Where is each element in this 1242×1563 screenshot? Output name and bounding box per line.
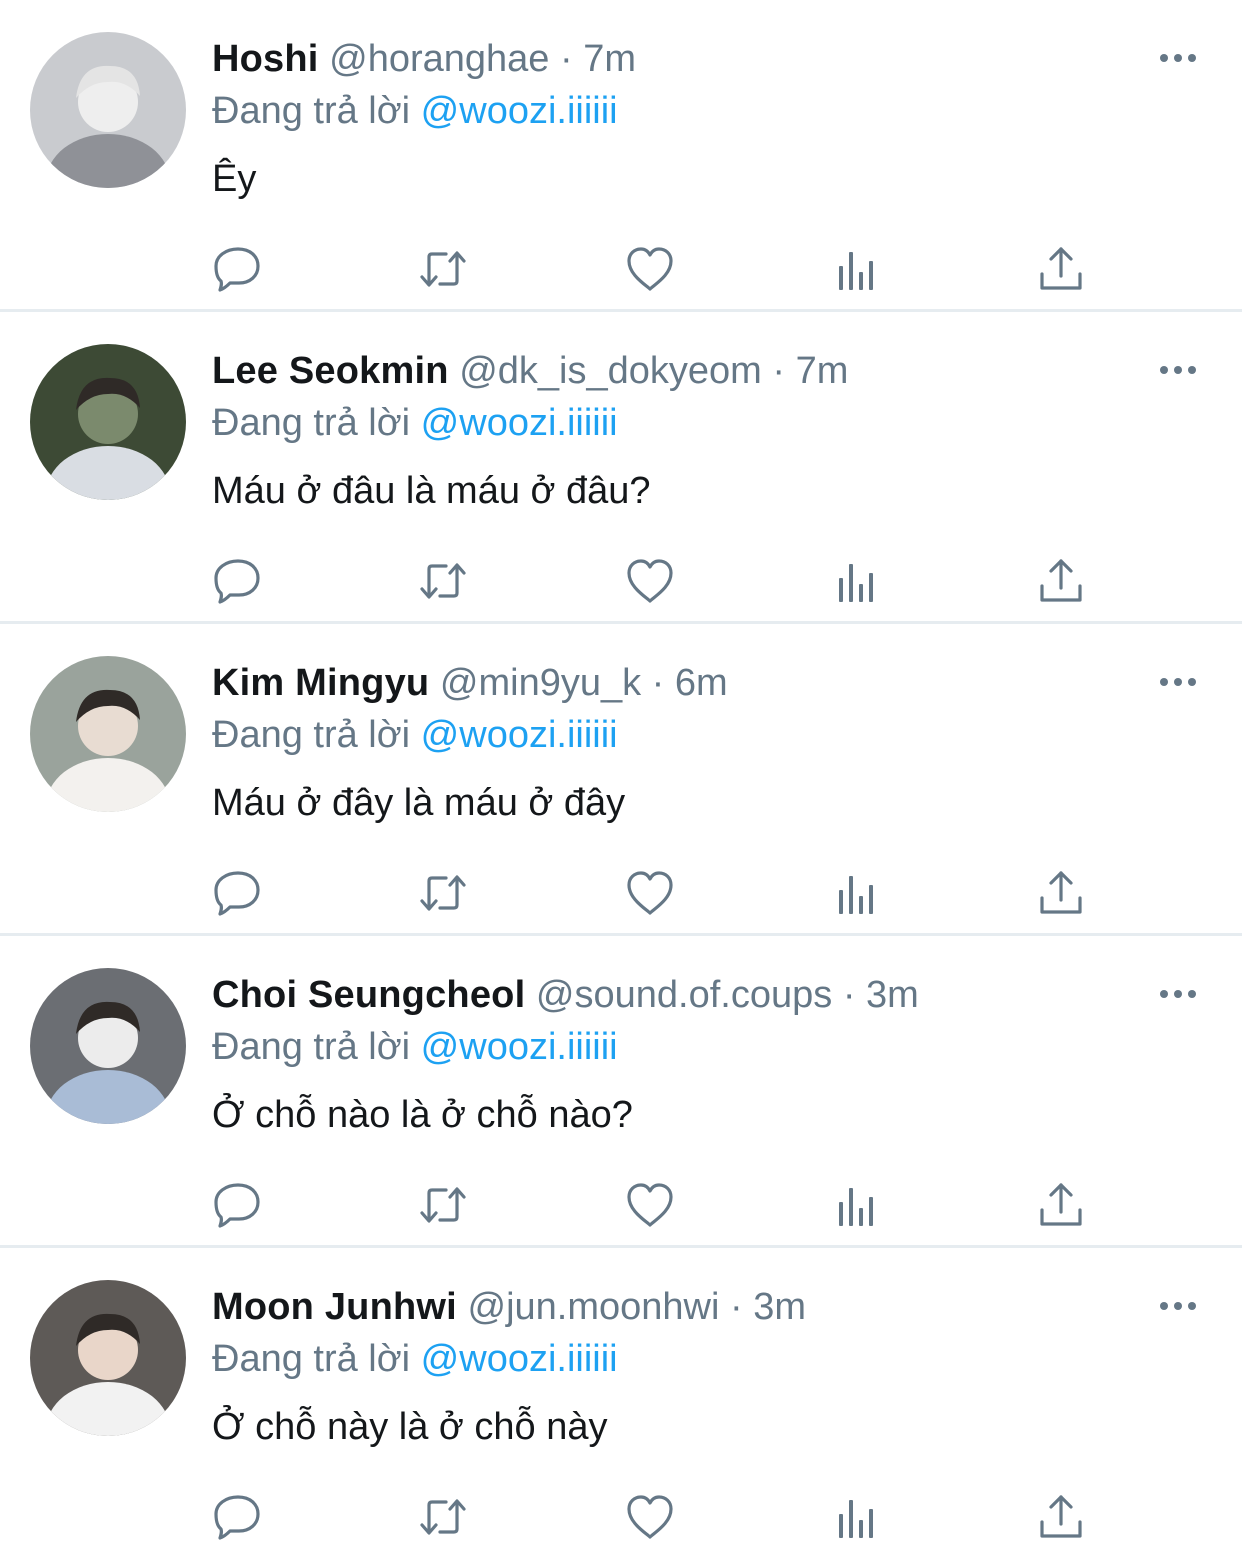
more-options-icon[interactable]	[1158, 360, 1198, 380]
display-name[interactable]: Lee Seokmin	[212, 350, 449, 392]
action-bar	[212, 555, 1092, 607]
reply-icon[interactable]	[212, 555, 264, 607]
replying-to-label: Đang trả lời	[212, 714, 411, 756]
separator-dot: ·	[729, 1286, 743, 1328]
avatar[interactable]	[30, 32, 186, 188]
mention-link[interactable]: @woozi.iiiiii	[421, 402, 618, 444]
replying-to-label: Đang trả lời	[212, 1026, 411, 1068]
analytics-icon[interactable]	[830, 1179, 882, 1231]
reply-icon[interactable]	[212, 1179, 264, 1231]
like-icon[interactable]	[624, 1179, 676, 1231]
retweet-icon[interactable]	[417, 555, 469, 607]
avatar-photo	[30, 968, 186, 1124]
tweet-text: Ở chỗ nào là ở chỗ nào?	[212, 1094, 633, 1136]
timestamp[interactable]: 6m	[675, 662, 728, 704]
mention-link[interactable]: @woozi.iiiiii	[421, 714, 618, 756]
retweet-icon[interactable]	[417, 1491, 469, 1543]
avatar-photo	[30, 1280, 186, 1436]
username-handle[interactable]: @dk_is_dokyeom	[459, 350, 762, 392]
tweet[interactable]: Kim Mingyu @min9yu_k · 6m Đang trả lời @…	[0, 624, 1242, 936]
analytics-icon[interactable]	[830, 555, 882, 607]
tweet-header: Lee Seokmin @dk_is_dokyeom · 7m	[212, 348, 848, 394]
more-options-icon[interactable]	[1158, 1296, 1198, 1316]
display-name[interactable]: Kim Mingyu	[212, 662, 429, 704]
retweet-icon[interactable]	[417, 1179, 469, 1231]
username-handle[interactable]: @min9yu_k	[440, 662, 641, 704]
reply-icon[interactable]	[212, 867, 264, 919]
more-options-icon[interactable]	[1158, 672, 1198, 692]
like-icon[interactable]	[624, 555, 676, 607]
analytics-icon[interactable]	[830, 243, 882, 295]
timestamp[interactable]: 3m	[866, 974, 919, 1016]
username-handle[interactable]: @sound.of.coups	[536, 974, 832, 1016]
more-options-icon[interactable]	[1158, 48, 1198, 68]
replying-to-label: Đang trả lời	[212, 90, 411, 132]
analytics-icon[interactable]	[830, 1491, 882, 1543]
replying-to: Đang trả lời @woozi.iiiiii	[212, 1336, 618, 1382]
action-bar	[212, 867, 1092, 919]
replying-to: Đang trả lời @woozi.iiiiii	[212, 88, 618, 134]
separator-dot: ·	[772, 350, 786, 392]
avatar[interactable]	[30, 968, 186, 1124]
separator-dot: ·	[651, 662, 665, 704]
tweet-text: Ở chỗ này là ở chỗ này	[212, 1406, 608, 1448]
like-icon[interactable]	[624, 243, 676, 295]
avatar-photo	[30, 656, 186, 812]
analytics-icon[interactable]	[830, 867, 882, 919]
timestamp[interactable]: 3m	[753, 1286, 806, 1328]
avatar[interactable]	[30, 1280, 186, 1436]
tweet-header: Kim Mingyu @min9yu_k · 6m	[212, 660, 728, 706]
separator-dot: ·	[842, 974, 856, 1016]
timestamp[interactable]: 7m	[796, 350, 849, 392]
tweet-header: Hoshi @horanghae · 7m	[212, 36, 636, 82]
username-handle[interactable]: @horanghae	[329, 38, 549, 80]
tweet-header: Choi Seungcheol @sound.of.coups · 3m	[212, 972, 919, 1018]
avatar[interactable]	[30, 344, 186, 500]
tweet[interactable]: Hoshi @horanghae · 7m Đang trả lời @wooz…	[0, 0, 1242, 312]
tweet-text: Máu ở đây là máu ở đây	[212, 782, 626, 824]
display-name[interactable]: Hoshi	[212, 38, 319, 80]
replying-to: Đang trả lời @woozi.iiiiii	[212, 400, 618, 446]
replying-to-label: Đang trả lời	[212, 1338, 411, 1380]
mention-link[interactable]: @woozi.iiiiii	[421, 1026, 618, 1068]
action-bar	[212, 1179, 1092, 1231]
share-icon[interactable]	[1035, 867, 1087, 919]
avatar[interactable]	[30, 656, 186, 812]
retweet-icon[interactable]	[417, 243, 469, 295]
tweet[interactable]: Moon Junhwi @jun.moonhwi · 3m Đang trả l…	[0, 1248, 1242, 1563]
action-bar	[212, 1491, 1092, 1543]
tweet-feed: Hoshi @horanghae · 7m Đang trả lời @wooz…	[0, 0, 1242, 1563]
like-icon[interactable]	[624, 1491, 676, 1543]
separator-dot: ·	[560, 38, 573, 80]
mention-link[interactable]: @woozi.iiiiii	[421, 90, 618, 132]
replying-to: Đang trả lời @woozi.iiiiii	[212, 712, 618, 758]
reply-icon[interactable]	[212, 243, 264, 295]
tweet-text: Máu ở đâu là máu ở đâu?	[212, 470, 651, 512]
timestamp[interactable]: 7m	[583, 38, 636, 80]
action-bar	[212, 243, 1092, 295]
mention-link[interactable]: @woozi.iiiiii	[421, 1338, 618, 1380]
like-icon[interactable]	[624, 867, 676, 919]
tweet-header: Moon Junhwi @jun.moonhwi · 3m	[212, 1284, 806, 1330]
share-icon[interactable]	[1035, 555, 1087, 607]
share-icon[interactable]	[1035, 1179, 1087, 1231]
replying-to-label: Đang trả lời	[212, 402, 411, 444]
display-name[interactable]: Choi Seungcheol	[212, 974, 525, 1016]
display-name[interactable]: Moon Junhwi	[212, 1286, 457, 1328]
retweet-icon[interactable]	[417, 867, 469, 919]
username-handle[interactable]: @jun.moonhwi	[468, 1286, 720, 1328]
tweet[interactable]: Lee Seokmin @dk_is_dokyeom · 7m Đang trả…	[0, 312, 1242, 624]
share-icon[interactable]	[1035, 1491, 1087, 1543]
tweet[interactable]: Choi Seungcheol @sound.of.coups · 3m Đan…	[0, 936, 1242, 1248]
avatar-photo	[30, 344, 186, 500]
reply-icon[interactable]	[212, 1491, 264, 1543]
avatar-photo	[30, 32, 186, 188]
share-icon[interactable]	[1035, 243, 1087, 295]
tweet-text: Êy	[212, 158, 257, 200]
more-options-icon[interactable]	[1158, 984, 1198, 1004]
replying-to: Đang trả lời @woozi.iiiiii	[212, 1024, 618, 1070]
